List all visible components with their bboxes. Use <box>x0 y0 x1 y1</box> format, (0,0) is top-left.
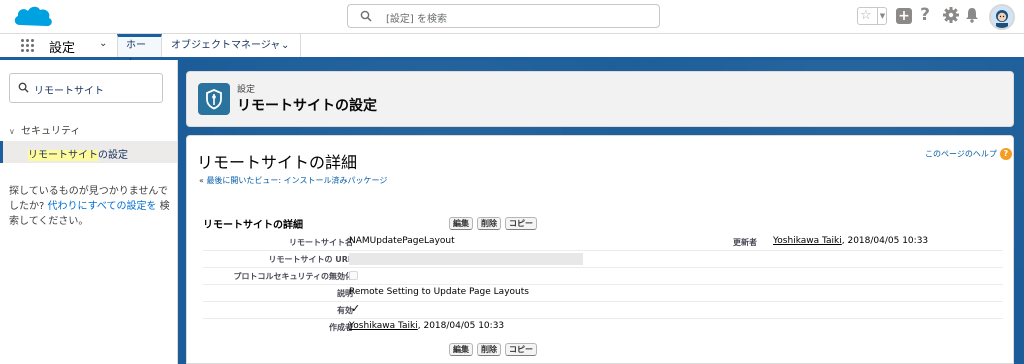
top-button-row: 編集 削除 コピー <box>449 217 541 230</box>
tree-item-remote-site-settings[interactable]: リモートサイトの設定 <box>0 141 177 163</box>
shield-icon <box>198 83 230 115</box>
tree-category-security[interactable]: ∨ セキュリティ <box>9 122 80 137</box>
app-name: 設定 <box>49 41 76 56</box>
page-title: リモートサイトの設定 <box>237 98 377 114</box>
disable-protocol-security-label: プロトコルセキュリティの無効化 <box>233 272 353 281</box>
user-avatar[interactable] <box>989 4 1015 30</box>
favorites-star-icon[interactable]: ☆ <box>860 8 872 24</box>
created-date: , 2018/04/05 10:33 <box>417 321 505 331</box>
field-row-description: 説明 Remote Setting to Update Page Layouts <box>203 285 1003 302</box>
help-icon[interactable]: ? <box>918 5 932 25</box>
remote-site-name-value: NAMUpdatePageLayout <box>349 236 455 246</box>
tree-item-rest: の設定 <box>98 150 128 161</box>
edit-button-bottom[interactable]: 編集 <box>449 343 473 356</box>
delete-button-bottom[interactable]: 削除 <box>477 343 501 356</box>
tab-chevron-down-icon[interactable]: ⌄ <box>281 34 289 57</box>
last-modified-by-value: Yoshikawa Taiki, 2018/04/05 10:33 <box>773 236 928 246</box>
tree-category-label: セキュリティ <box>21 126 81 137</box>
copy-button-bottom[interactable]: コピー <box>505 343 537 356</box>
back-link-label: 最後に開いたビュー: インストール済みパッケージ <box>206 176 388 185</box>
active-check-icon: ✓ <box>351 302 361 315</box>
not-found-message: 探しているものが見つかりませんでしたか? 代わりにすべての設定を 検索してくださ… <box>9 184 173 229</box>
tab-object-manager[interactable]: オブジェクトマネージャ ⌄ <box>163 34 301 57</box>
chevron-down-icon[interactable]: ▼ <box>877 8 887 24</box>
tab-home[interactable]: ホーム <box>117 34 162 69</box>
field-row-active: 有効 ✓ <box>203 302 1003 319</box>
quick-find-value: リモートサイト <box>34 86 104 97</box>
field-row-created-by: 作成者 Yoshikawa Taiki, 2018/04/05 10:33 <box>203 319 1003 336</box>
quick-find-input[interactable]: リモートサイト <box>9 73 163 103</box>
bottom-button-row: 編集 削除 コピー <box>449 343 541 356</box>
setup-gear-icon[interactable] <box>942 6 960 24</box>
section-title: リモートサイトの詳細 <box>203 220 303 231</box>
created-user-link[interactable]: Yoshikawa Taiki <box>349 321 418 331</box>
global-search-input[interactable]: [設定] を検索 <box>347 4 660 28</box>
remote-site-url-value-redacted <box>349 253 583 265</box>
page-header: 設定 リモートサイトの設定 <box>186 71 1014 127</box>
copy-button[interactable]: コピー <box>505 217 537 230</box>
created-by-value: Yoshikawa Taiki, 2018/04/05 10:33 <box>349 321 504 331</box>
detail-title: リモートサイトの詳細 <box>197 153 358 172</box>
app-launcher-icon[interactable] <box>21 39 34 52</box>
field-row-protocol: プロトコルセキュリティの無効化 <box>203 268 1003 285</box>
tree-item-label: リモートサイトの設定 <box>28 146 128 161</box>
chevron-down-icon: ∨ <box>9 127 15 136</box>
search-icon <box>360 10 372 25</box>
edit-button[interactable]: 編集 <box>449 217 473 230</box>
tree-item-highlight: リモートサイト <box>28 150 98 161</box>
search-all-setup-link[interactable]: 代わりにすべての設定を <box>48 201 157 212</box>
back-to-list-link[interactable]: « 最後に開いたビュー: インストール済みパッケージ <box>199 175 387 186</box>
last-modified-by-label: 更新者 <box>733 238 757 247</box>
app-navigation-bar: 設定 ⌄ ホーム オブジェクトマネージャ ⌄ <box>0 34 1024 69</box>
created-by-label: 作成者 <box>329 323 353 332</box>
field-row-name: リモートサイト名 NAMUpdatePageLayout 更新者 Yoshika… <box>203 234 1003 251</box>
salesforce-logo[interactable] <box>12 3 54 31</box>
remote-site-name-label: リモートサイト名 <box>289 238 353 247</box>
disable-protocol-security-checkbox <box>349 271 358 280</box>
remote-site-url-label: リモートサイトの URL <box>268 255 353 264</box>
description-value: Remote Setting to Update Page Layouts <box>349 287 529 297</box>
search-icon <box>18 82 29 96</box>
help-link-label: このページのヘルプ <box>925 149 997 159</box>
detail-content-card: リモートサイトの詳細 このページのヘルプ? « 最後に開いたビュー: インストー… <box>186 135 1014 364</box>
page-kicker: 設定 <box>237 85 256 95</box>
search-placeholder: [設定] を検索 <box>386 14 447 25</box>
delete-button[interactable]: 削除 <box>477 217 501 230</box>
description-label: 説明 <box>337 289 353 298</box>
add-icon[interactable]: + <box>896 8 912 24</box>
active-label: 有効 <box>337 306 353 315</box>
help-for-page-link[interactable]: このページのヘルプ? <box>925 148 1012 160</box>
modified-date: , 2018/04/05 10:33 <box>841 236 929 246</box>
help-question-icon: ? <box>999 148 1012 160</box>
tab-object-manager-label: オブジェクトマネージャ <box>171 40 281 51</box>
setup-sidebar: リモートサイト ∨ セキュリティ リモートサイトの設定 探しているものが見つかりま… <box>0 60 178 364</box>
field-row-url: リモートサイトの URL <box>203 251 1003 268</box>
favorites-button[interactable]: ☆ ▼ <box>857 7 887 25</box>
modified-user-link[interactable]: Yoshikawa Taiki <box>773 236 842 246</box>
notifications-bell-icon[interactable] <box>965 7 979 23</box>
app-menu-chevron-icon[interactable]: ⌄ <box>99 38 107 49</box>
global-header: [設定] を検索 ☆ ▼ + ? <box>0 0 1024 34</box>
